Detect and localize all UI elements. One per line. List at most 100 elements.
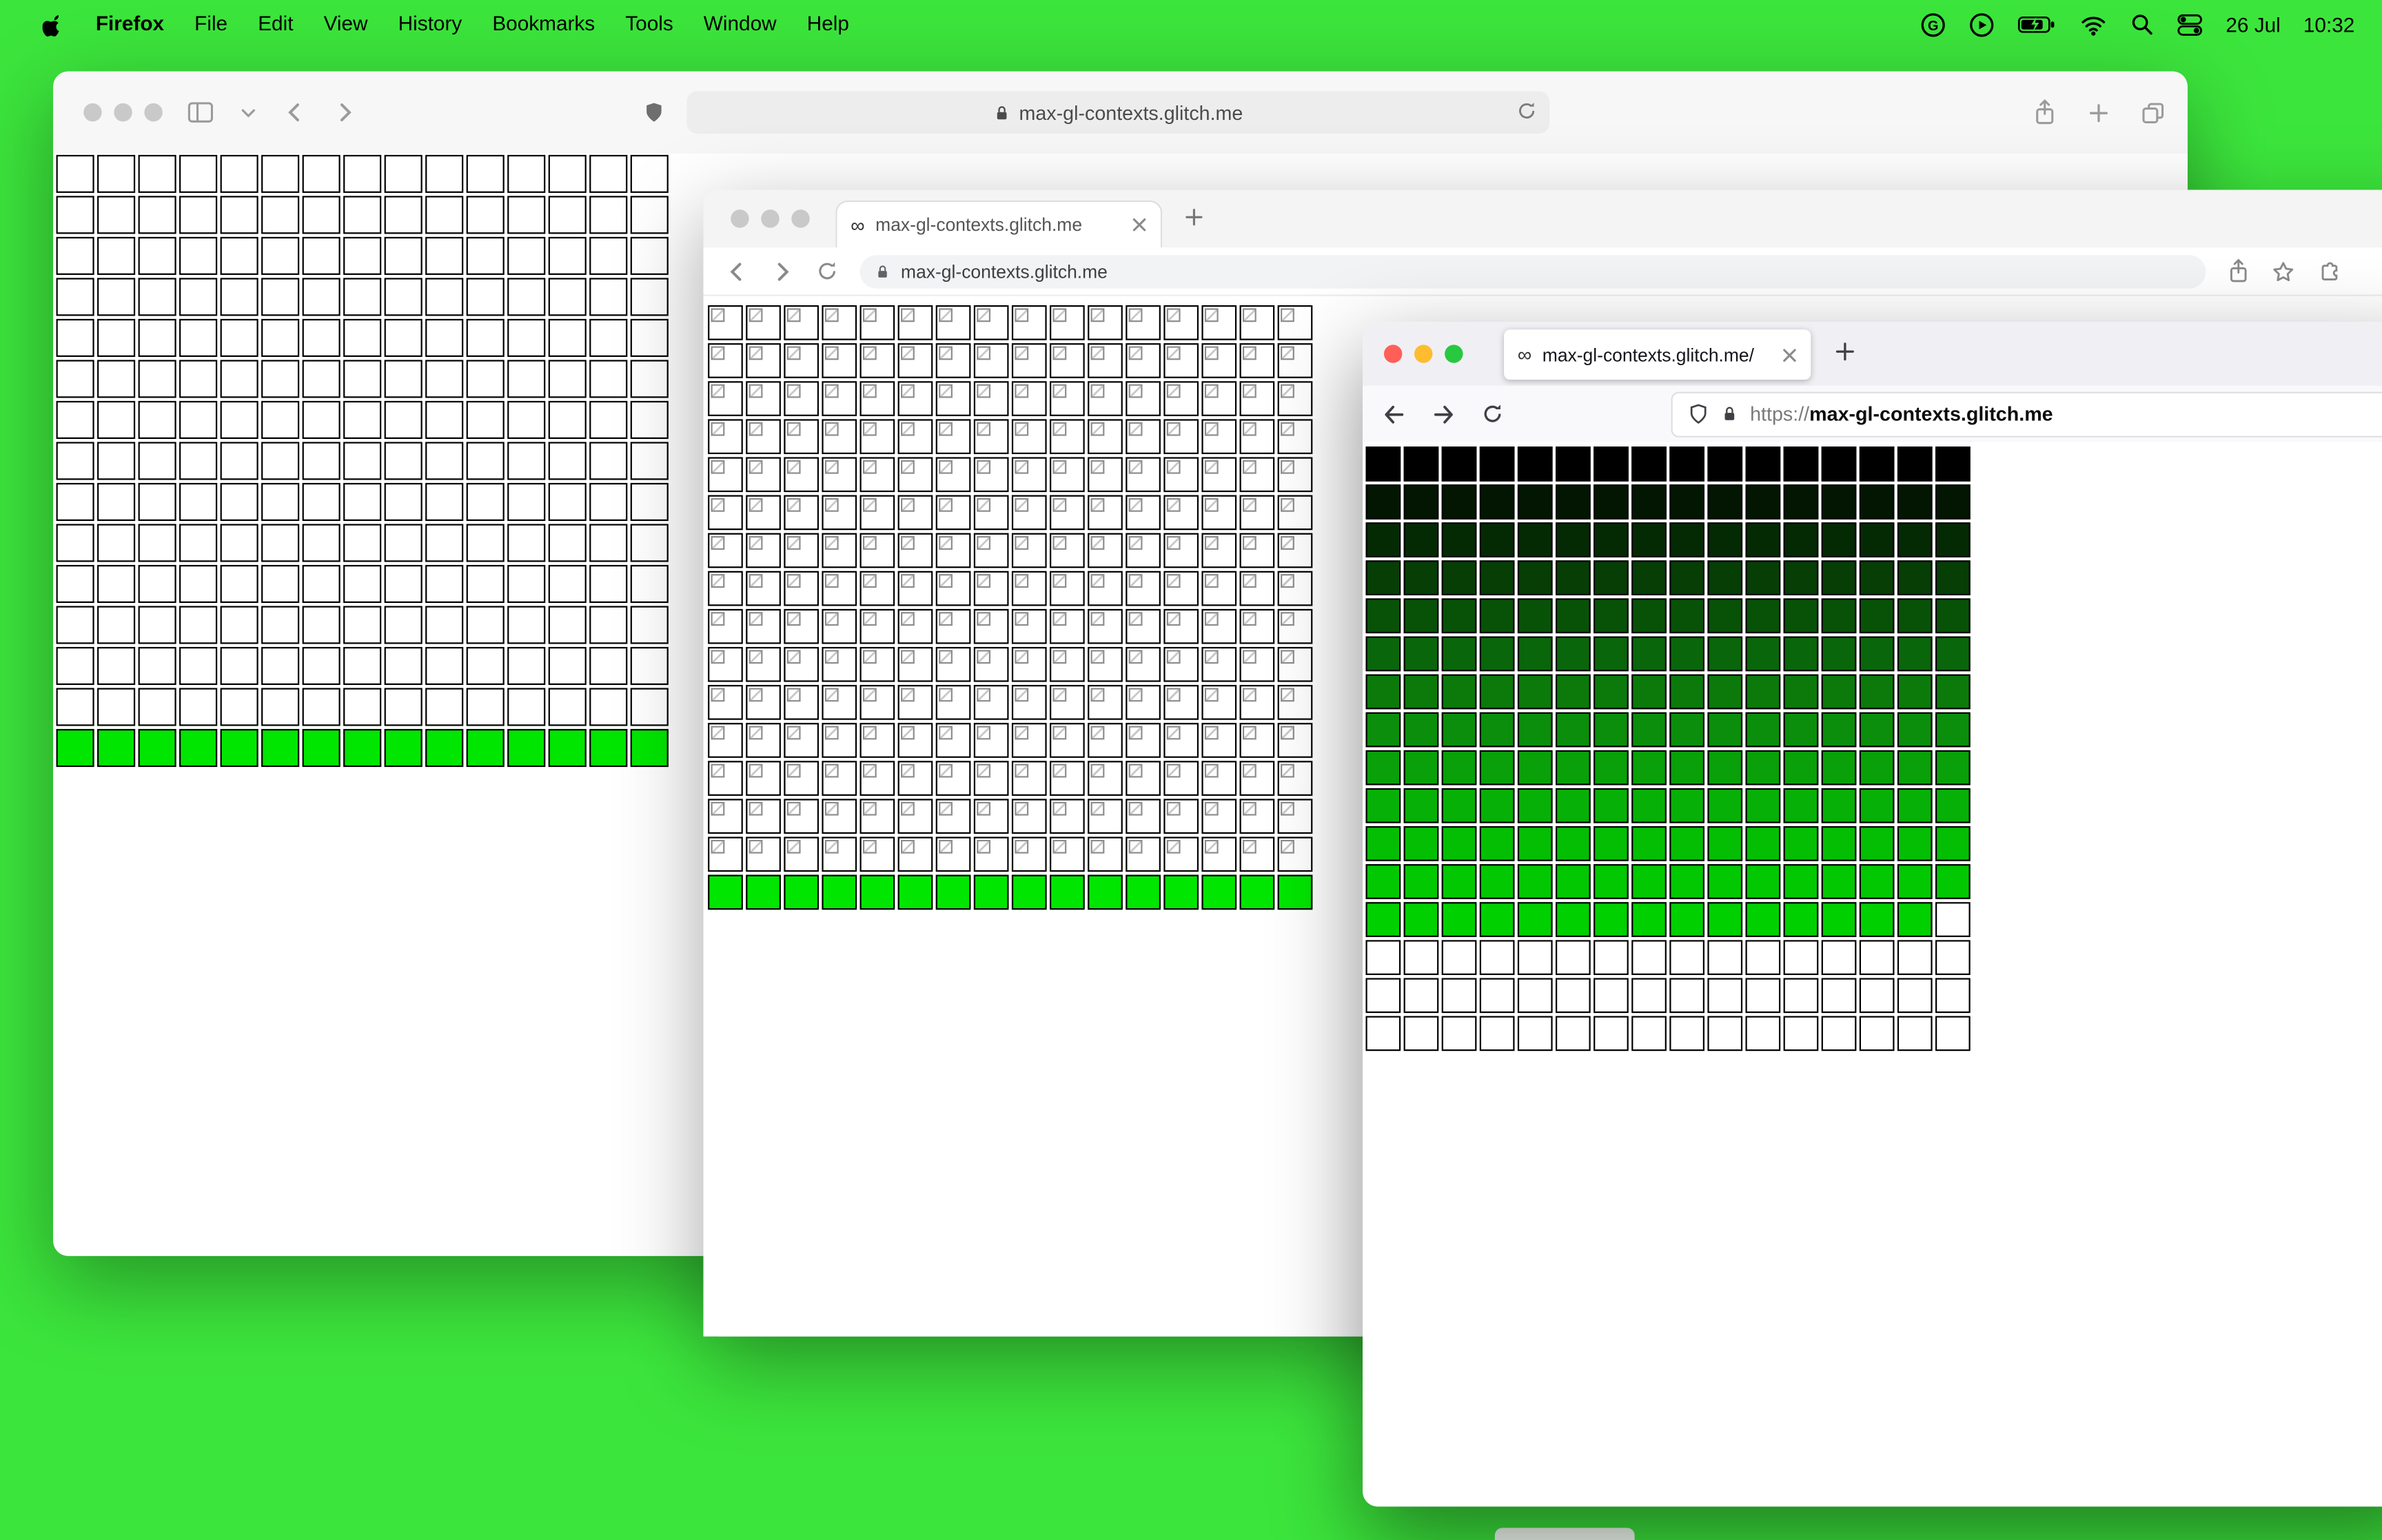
menu-edit[interactable]: Edit <box>243 0 308 49</box>
sidebar-icon[interactable] <box>187 100 214 124</box>
close-button[interactable] <box>731 209 749 228</box>
back-icon[interactable] <box>1381 402 1407 426</box>
grid-cell <box>1935 522 1971 557</box>
minimize-button[interactable] <box>761 209 780 228</box>
grid-cell <box>1707 522 1743 557</box>
menu-app-name[interactable]: Firefox <box>81 0 179 49</box>
grid-cell <box>1239 305 1275 340</box>
forward-icon[interactable] <box>1431 402 1456 426</box>
grid-cell <box>1277 836 1313 872</box>
grid-cell <box>138 606 176 644</box>
menu-view[interactable]: View <box>309 0 383 49</box>
grid-cell <box>384 482 423 522</box>
forward-icon[interactable] <box>333 100 357 124</box>
safari-toolbar[interactable]: max-gl-contexts.glitch.me <box>53 71 2188 155</box>
grid-cell <box>1594 484 1629 520</box>
menu-window[interactable]: Window <box>689 0 792 49</box>
chrome-tabstrip[interactable]: ∞ max-gl-contexts.glitch.me <box>703 189 2382 248</box>
share-icon[interactable] <box>2227 258 2250 284</box>
share-icon[interactable] <box>2033 99 2057 126</box>
broken-image-icon <box>939 688 953 702</box>
grid-cell <box>1555 446 1591 482</box>
firefox-url-field[interactable]: https://max-gl-contexts.glitch.me <box>1672 392 2382 435</box>
battery-icon[interactable] <box>2017 12 2057 37</box>
tab-close-icon[interactable] <box>1782 347 1797 362</box>
zoom-button[interactable] <box>1445 345 1463 363</box>
control-center-icon[interactable] <box>2177 13 2203 36</box>
grid-cell <box>1745 674 1781 710</box>
close-button[interactable] <box>1383 345 1403 363</box>
broken-image-icon <box>862 839 877 854</box>
wifi-icon[interactable] <box>2080 13 2108 36</box>
menu-history[interactable]: History <box>383 0 478 49</box>
menu-time[interactable]: 10:32 <box>2303 13 2354 36</box>
broken-image-icon <box>977 612 991 626</box>
grid-cell <box>859 457 895 493</box>
menu-help[interactable]: Help <box>792 0 864 49</box>
tab-overview-icon[interactable] <box>2141 100 2166 124</box>
grid-cell <box>1669 826 1704 861</box>
broken-image-icon <box>1052 536 1067 550</box>
reload-icon[interactable] <box>816 260 839 283</box>
menu-date[interactable]: 26 Jul <box>2226 13 2280 36</box>
forward-icon[interactable] <box>770 259 794 283</box>
zoom-button[interactable] <box>144 103 163 122</box>
chrome-url-field[interactable]: max-gl-contexts.glitch.me <box>859 254 2206 288</box>
menu-tools[interactable]: Tools <box>610 0 689 49</box>
lock-icon[interactable] <box>1721 404 1738 424</box>
grid-cell <box>822 874 857 910</box>
firefox-tabbar[interactable]: ∞ max-gl-contexts.glitch.me/ <box>1363 322 2382 386</box>
new-tab-icon[interactable] <box>2087 101 2110 124</box>
privacy-shield-icon[interactable] <box>642 100 665 124</box>
tracking-shield-icon[interactable] <box>1688 402 1709 425</box>
minimize-button[interactable] <box>114 103 132 122</box>
tab-close-icon[interactable] <box>1132 217 1147 232</box>
broken-image-icon <box>1166 574 1181 588</box>
minimize-button[interactable] <box>1414 345 1433 363</box>
reload-icon[interactable] <box>1516 100 1538 121</box>
close-button[interactable] <box>83 103 102 122</box>
extensions-puzzle-icon[interactable] <box>2317 259 2341 283</box>
grid-cell <box>343 236 382 275</box>
broken-image-icon <box>1015 460 1029 474</box>
new-tab-button[interactable] <box>1833 340 1856 363</box>
grid-cell <box>1594 674 1629 710</box>
broken-image-icon <box>1128 612 1143 626</box>
zoom-button[interactable] <box>791 209 810 228</box>
back-icon[interactable] <box>724 259 749 283</box>
url-host: max-gl-contexts.glitch.me <box>1809 402 2053 426</box>
bookmark-star-icon[interactable] <box>2271 259 2295 283</box>
grid-cell <box>1859 940 1895 976</box>
menu-bookmarks[interactable]: Bookmarks <box>477 0 610 49</box>
grid-cell <box>1050 533 1085 568</box>
grid-cell <box>1935 446 1971 482</box>
broken-image-icon <box>824 763 839 778</box>
reload-icon[interactable] <box>1481 402 1504 425</box>
broken-image-icon <box>1090 726 1105 740</box>
spotlight-search-icon[interactable] <box>2130 12 2155 37</box>
new-tab-button[interactable] <box>1183 207 1205 228</box>
dock-peek[interactable] <box>1494 1528 1635 1540</box>
menu-file[interactable]: File <box>179 0 243 49</box>
chrome-active-tab[interactable]: ∞ max-gl-contexts.glitch.me <box>835 200 1163 248</box>
now-playing-icon[interactable] <box>1969 12 1995 37</box>
grid-cell <box>507 360 546 398</box>
grid-cell <box>1935 674 1971 710</box>
firefox-active-tab[interactable]: ∞ max-gl-contexts.glitch.me/ <box>1504 329 1811 380</box>
grid-cell <box>384 646 423 686</box>
broken-image-icon <box>1090 612 1105 626</box>
chevron-down-icon[interactable] <box>240 104 256 121</box>
grid-cell <box>784 457 820 493</box>
back-icon[interactable] <box>283 100 307 124</box>
grid-cell <box>1050 608 1085 644</box>
grid-cell <box>1403 902 1439 937</box>
g-app-icon[interactable]: G <box>1920 12 1946 37</box>
grid-cell <box>1163 685 1199 720</box>
apple-menu[interactable] <box>28 12 81 37</box>
grid-cell <box>822 457 857 493</box>
broken-image-icon <box>1204 536 1219 550</box>
grid-cell <box>1783 598 1819 634</box>
grid-cell <box>1088 799 1123 834</box>
broken-image-icon <box>749 801 763 816</box>
safari-url-field[interactable]: max-gl-contexts.glitch.me <box>686 91 1550 134</box>
